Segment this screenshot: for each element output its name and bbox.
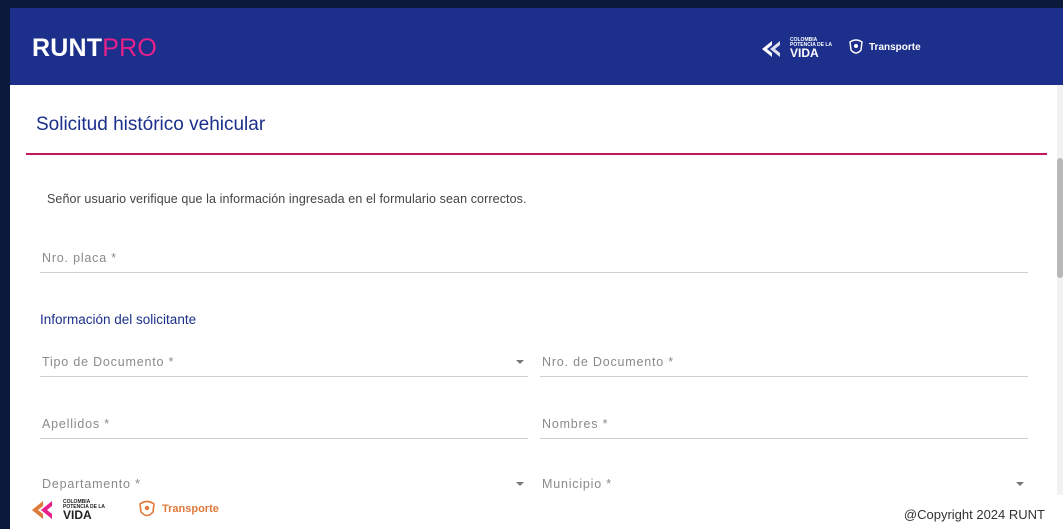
transporte-text: Transporte xyxy=(869,41,921,53)
top-header: RUNTPRO COLOMBIA POTENCIA DE LA VIDA Tra… xyxy=(10,8,1063,85)
municipio-label: Municipio * xyxy=(542,477,612,491)
copyright-text: @Copyright 2024 RUNT xyxy=(903,507,1045,522)
footer-transporte-text: Transporte xyxy=(162,503,219,515)
footer: COLOMBIA POTENCIA DE LA VIDA Transporte … xyxy=(10,495,1063,529)
title-divider xyxy=(26,153,1047,155)
placa-label: Nro. placa * xyxy=(42,251,117,265)
form-notice: Señor usuario verifique que la informaci… xyxy=(47,192,527,206)
tipo-documento-select[interactable]: Tipo de Documento * xyxy=(40,355,528,377)
footer-colombia-vida-logo: COLOMBIA POTENCIA DE LA VIDA xyxy=(30,499,105,521)
dropdown-caret-icon xyxy=(516,360,524,364)
section-title-solicitante: Información del solicitante xyxy=(40,312,197,327)
transporte-logo: Transporte xyxy=(848,38,921,56)
nombres-field[interactable]: Nombres * xyxy=(540,417,1028,439)
apellidos-label: Apellidos * xyxy=(42,417,110,431)
colombia-vida-text: VIDA xyxy=(790,46,819,60)
apellidos-field[interactable]: Apellidos * xyxy=(40,417,528,439)
colombia-vida-icon xyxy=(32,501,52,519)
vertical-scrollbar[interactable] xyxy=(1057,85,1063,529)
nombres-label: Nombres * xyxy=(542,417,609,431)
nro-documento-label: Nro. de Documento * xyxy=(542,355,674,369)
page-title: Solicitud histórico vehicular xyxy=(36,114,266,135)
logo-runt-text: RUNT xyxy=(32,34,103,62)
nro-documento-field[interactable]: Nro. de Documento * xyxy=(540,355,1028,377)
app-frame: RUNTPRO COLOMBIA POTENCIA DE LA VIDA Tra… xyxy=(10,8,1063,529)
placa-field[interactable]: Nro. placa * xyxy=(40,251,1028,273)
dropdown-caret-icon xyxy=(516,482,524,486)
colombia-vida-logo: COLOMBIA POTENCIA DE LA VIDA xyxy=(760,38,832,59)
coat-of-arms-icon xyxy=(139,500,155,517)
coat-of-arms-icon xyxy=(849,39,863,54)
dropdown-caret-icon xyxy=(1016,482,1024,486)
runtpro-logo[interactable]: RUNTPRO xyxy=(32,34,157,63)
scrollbar-thumb[interactable] xyxy=(1057,158,1063,278)
departamento-label: Departamento * xyxy=(42,477,141,491)
logo-pro-text: PRO xyxy=(102,34,158,62)
footer-transporte-logo: Transporte xyxy=(138,499,219,519)
colombia-vida-icon xyxy=(762,40,780,57)
footer-vida-text: VIDA xyxy=(63,507,92,522)
tipo-documento-label: Tipo de Documento * xyxy=(42,355,175,369)
